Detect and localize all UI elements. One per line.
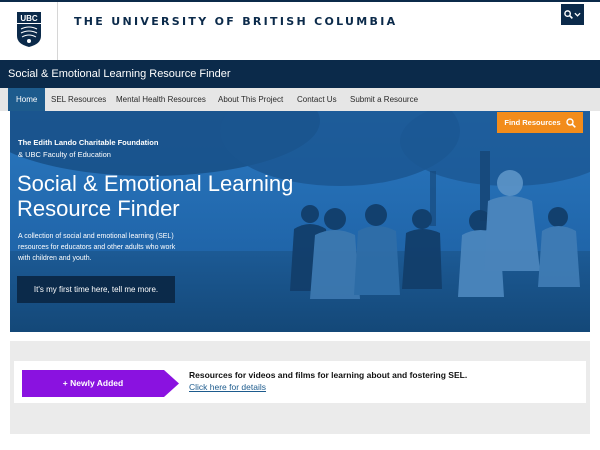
find-resources-label: Find Resources bbox=[504, 118, 561, 127]
first-time-cta-button[interactable]: It's my first time here, tell me more. bbox=[17, 276, 175, 303]
newly-added-label: + Newly Added bbox=[62, 378, 124, 388]
search-toggle-button[interactable] bbox=[561, 4, 584, 25]
logo-text: UBC bbox=[20, 14, 38, 23]
search-icon bbox=[565, 117, 576, 128]
ubc-header: UBC THE UNIVERSITY OF BRITISH COLUMBIA bbox=[0, 0, 600, 60]
hero-description: A collection of social and emotional lea… bbox=[18, 233, 176, 262]
nav-item-submit-a-resource[interactable]: Submit a Resource bbox=[350, 88, 418, 111]
newly-added-details-link[interactable]: Click here for details bbox=[189, 382, 266, 392]
ubc-logo[interactable]: UBC bbox=[0, 2, 58, 60]
newly-added-badge[interactable]: + Newly Added bbox=[22, 370, 179, 397]
nav-item-sel-resources[interactable]: SEL Resources bbox=[51, 88, 106, 111]
ubc-wordmark[interactable]: THE UNIVERSITY OF BRITISH COLUMBIA bbox=[74, 15, 397, 28]
main-nav: Home SEL Resources Mental Health Resourc… bbox=[0, 88, 600, 111]
page: UBC THE UNIVERSITY OF BRITISH COLUMBIA S… bbox=[0, 0, 600, 450]
newly-added-card: + Newly Added Resources for videos and f… bbox=[14, 361, 586, 403]
ubc-crest-icon: UBC bbox=[17, 12, 41, 47]
hero-org-line2: & UBC Faculty of Education bbox=[18, 150, 111, 159]
search-icon bbox=[564, 10, 573, 19]
nav-item-contact-us[interactable]: Contact Us bbox=[297, 88, 337, 111]
find-resources-button[interactable]: Find Resources bbox=[497, 112, 583, 133]
hero-title: Social & Emotional Learning Resource Fin… bbox=[17, 171, 294, 221]
newly-added-panel: + Newly Added Resources for videos and f… bbox=[10, 341, 590, 434]
hero-banner: The Edith Lando Charitable Foundation & … bbox=[10, 111, 590, 332]
site-title[interactable]: Social & Emotional Learning Resource Fin… bbox=[8, 68, 231, 80]
newly-added-headline: Resources for videos and films for learn… bbox=[189, 370, 468, 380]
nav-item-mental-health-resources[interactable]: Mental Health Resources bbox=[116, 88, 206, 111]
hero-org-line1: The Edith Lando Charitable Foundation bbox=[18, 138, 159, 147]
nav-item-about-this-project[interactable]: About This Project bbox=[218, 88, 283, 111]
chevron-down-icon bbox=[574, 12, 581, 17]
site-title-band: Social & Emotional Learning Resource Fin… bbox=[0, 60, 600, 88]
nav-item-home[interactable]: Home bbox=[8, 88, 46, 111]
